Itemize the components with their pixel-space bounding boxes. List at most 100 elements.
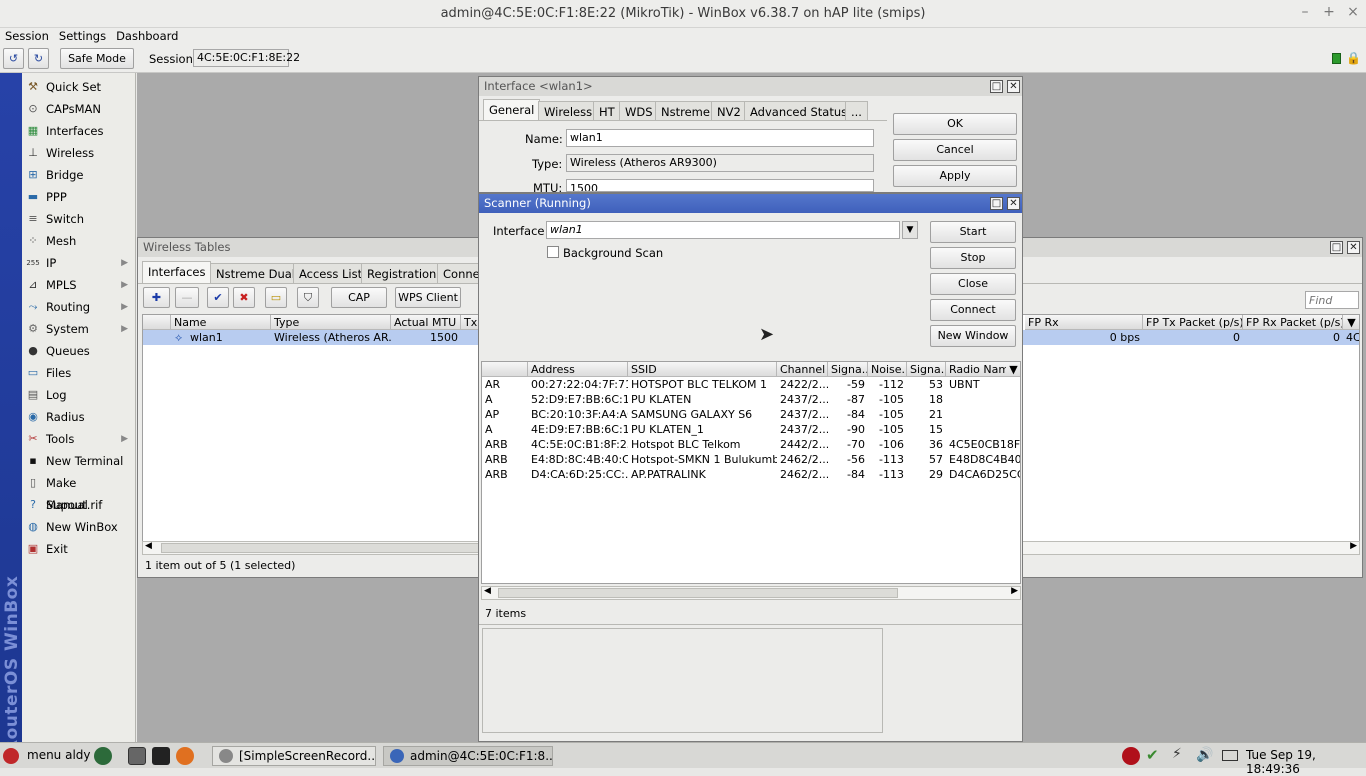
close-icon[interactable]: ✕ bbox=[1007, 80, 1020, 93]
menu-settings[interactable]: Settings bbox=[54, 28, 111, 44]
safe-mode-button[interactable]: Safe Mode bbox=[60, 48, 134, 69]
comment-button[interactable]: ▭ bbox=[265, 287, 287, 308]
new-window-button[interactable]: New Window bbox=[930, 325, 1016, 347]
tab-connect-list[interactable]: Conne bbox=[437, 263, 479, 283]
sidebar-item-ppp[interactable]: ▬ PPP bbox=[22, 186, 136, 208]
tab-registration[interactable]: Registration bbox=[361, 263, 443, 283]
tab-access-list[interactable]: Access List bbox=[293, 263, 369, 283]
table-row[interactable]: AR 00:27:22:04:7F:71 HOTSPOT BLC TELKOM 1 2… bbox=[482, 377, 1020, 392]
sidebar-item-interfaces[interactable]: ▦ Interfaces bbox=[22, 120, 136, 142]
column-signal-strength[interactable]: Signa... bbox=[828, 362, 868, 377]
table-row[interactable]: A 4E:D9:E7:BB:6C:11 PU KLATEN_1 2437/2... -9… bbox=[482, 422, 1020, 437]
interface-select[interactable]: wlan1 bbox=[546, 221, 900, 239]
tab-ht[interactable]: HT bbox=[593, 101, 621, 121]
task-winbox[interactable]: admin@4C:5E:0C:F1:8... bbox=[383, 746, 553, 766]
add-button[interactable]: ✚ bbox=[143, 287, 170, 308]
table-row[interactable]: ARB D4:CA:6D:25:CC:... AP.PATRALINK 2462/2.… bbox=[482, 467, 1020, 482]
close-icon[interactable]: × bbox=[1344, 4, 1362, 20]
sidebar-item-capsman[interactable]: ⊙ CAPsMAN bbox=[22, 98, 136, 120]
column-type[interactable]: Type bbox=[271, 315, 391, 330]
network-icon[interactable]: ⚡ bbox=[1172, 746, 1182, 762]
close-icon[interactable]: ✕ bbox=[1007, 197, 1020, 210]
sidebar-item-exit[interactable]: ▣ Exit bbox=[22, 538, 136, 560]
close-icon[interactable]: ✕ bbox=[1347, 241, 1360, 254]
tab-nstreme-dual[interactable]: Nstreme Dual bbox=[210, 263, 301, 283]
sidebar-item-radius[interactable]: ◉ Radius bbox=[22, 406, 136, 428]
tab-wds[interactable]: WDS bbox=[619, 101, 659, 121]
sidebar-item-quick-set[interactable]: ⚒ Quick Set bbox=[22, 76, 136, 98]
sidebar-item-mesh[interactable]: ⁘ Mesh bbox=[22, 230, 136, 252]
sidebar-item-switch[interactable]: ≡ Switch bbox=[22, 208, 136, 230]
terminal-icon[interactable] bbox=[152, 747, 170, 765]
enable-button[interactable]: ✔ bbox=[207, 287, 229, 308]
minimize-icon[interactable]: – bbox=[1296, 4, 1314, 20]
column-address[interactable]: Address bbox=[528, 362, 628, 377]
ok-button[interactable]: OK bbox=[893, 113, 1017, 135]
sidebar-item-mpls[interactable]: ⊿ MPLS ▶ bbox=[22, 274, 136, 296]
sidebar-item-system[interactable]: ⚙ System ▶ bbox=[22, 318, 136, 340]
column-channel[interactable]: Channel bbox=[777, 362, 828, 377]
sidebar-item-bridge[interactable]: ⊞ Bridge bbox=[22, 164, 136, 186]
tab-nstreme[interactable]: Nstreme bbox=[655, 101, 716, 121]
files-icon[interactable] bbox=[128, 747, 146, 765]
maximize-icon[interactable]: □ bbox=[990, 197, 1003, 210]
sidebar-item-routing[interactable]: ⤳ Routing ▶ bbox=[22, 296, 136, 318]
disable-button[interactable]: ✖ bbox=[233, 287, 255, 308]
tab-advanced-status[interactable]: Advanced Status bbox=[744, 101, 854, 121]
column-flags[interactable] bbox=[482, 362, 528, 377]
find-input[interactable] bbox=[1305, 291, 1359, 309]
dropdown-icon[interactable]: ▼ bbox=[902, 221, 918, 239]
cap-button[interactable]: CAP bbox=[331, 287, 387, 308]
table-row[interactable]: AP BC:20:10:3F:A4:A0 SAMSUNG GALAXY S6 2437… bbox=[482, 407, 1020, 422]
redo-button[interactable]: ↻ bbox=[28, 48, 49, 69]
sidebar-item-ip[interactable]: 255 IP ▶ bbox=[22, 252, 136, 274]
session-field[interactable]: 4C:5E:0C:F1:8E:22 bbox=[193, 49, 300, 67]
tab-nv2[interactable]: NV2 bbox=[711, 101, 747, 121]
stop-button[interactable]: Stop bbox=[930, 247, 1016, 269]
undo-button[interactable]: ↺ bbox=[3, 48, 24, 69]
apply-button[interactable]: Apply bbox=[893, 165, 1017, 187]
sidebar-item-manual[interactable]: ? Manual bbox=[22, 494, 136, 516]
menu-icon[interactable] bbox=[3, 748, 19, 764]
sidebar-item-files[interactable]: ▭ Files bbox=[22, 362, 136, 384]
column-fp-rx[interactable]: FP Rx bbox=[1025, 315, 1143, 330]
sidebar-item-make-supout-rif[interactable]: ▯ Make Supout.rif bbox=[22, 472, 136, 512]
columns-menu-icon[interactable]: ▼ bbox=[1343, 315, 1359, 330]
menu-label[interactable]: menu aldy bbox=[27, 748, 91, 762]
column-ssid[interactable]: SSID bbox=[628, 362, 777, 377]
task-screen-recorder[interactable]: [SimpleScreenRecord... bbox=[212, 746, 376, 766]
column-fp-tx-packet[interactable]: FP Tx Packet (p/s) bbox=[1143, 315, 1243, 330]
connect-button[interactable]: Connect bbox=[930, 299, 1016, 321]
firefox-icon[interactable] bbox=[176, 747, 194, 765]
browser-icon[interactable] bbox=[94, 747, 112, 765]
sidebar-item-new-winbox[interactable]: ◍ New WinBox bbox=[22, 516, 136, 538]
table-row[interactable]: A 52:D9:E7:BB:6C:11 PU KLATEN 2437/2... -87 -… bbox=[482, 392, 1020, 407]
clock[interactable]: Tue Sep 19, 18:49:36 bbox=[1246, 748, 1366, 776]
maximize-icon[interactable]: □ bbox=[1330, 241, 1343, 254]
sidebar-item-queues[interactable]: ● Queues bbox=[22, 340, 136, 362]
sidebar-item-tools[interactable]: ✂ Tools ▶ bbox=[22, 428, 136, 450]
battery-icon[interactable] bbox=[1222, 750, 1238, 761]
close-button[interactable]: Close bbox=[930, 273, 1016, 295]
name-input[interactable]: wlan1 bbox=[566, 129, 874, 147]
tab-wireless[interactable]: Wireless bbox=[538, 101, 599, 121]
column-actual-mtu[interactable]: Actual MTU bbox=[391, 315, 461, 330]
column-signal-to-noise[interactable]: Signa... bbox=[907, 362, 946, 377]
volume-icon[interactable]: 🔊 bbox=[1196, 747, 1213, 763]
maximize-icon[interactable]: + bbox=[1320, 4, 1338, 20]
start-button[interactable]: Start bbox=[930, 221, 1016, 243]
maximize-icon[interactable]: □ bbox=[990, 80, 1003, 93]
background-scan-checkbox[interactable] bbox=[547, 246, 559, 258]
record-icon[interactable] bbox=[1122, 747, 1140, 765]
table-row[interactable]: ARB E4:8D:8C:4B:40:C5 Hotspot-SMKN 1 Buluk… bbox=[482, 452, 1020, 467]
horizontal-scrollbar[interactable]: ◀ ▶ bbox=[481, 586, 1021, 600]
column-fp-rx-packet[interactable]: FP Rx Packet (p/s) bbox=[1243, 315, 1343, 330]
columns-menu-icon[interactable]: ▼ bbox=[1006, 362, 1020, 377]
column-noise-floor[interactable]: Noise... bbox=[868, 362, 907, 377]
tab-general[interactable]: General bbox=[483, 99, 541, 121]
tab-more[interactable]: ... bbox=[845, 101, 868, 121]
filter-button[interactable]: ⛉ bbox=[297, 287, 319, 308]
shield-icon[interactable]: ✔ bbox=[1146, 746, 1159, 764]
mtu-input[interactable]: 1500 bbox=[566, 179, 874, 192]
column-name[interactable]: Name bbox=[171, 315, 271, 330]
